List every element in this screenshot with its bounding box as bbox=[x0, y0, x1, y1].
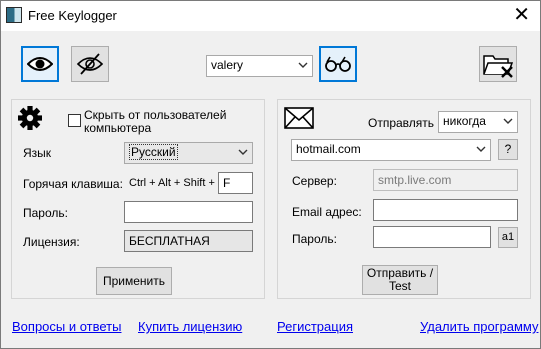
license-value: БЕСПЛАТНАЯ bbox=[124, 230, 253, 252]
password-label: Пароль: bbox=[23, 206, 68, 220]
view-button[interactable] bbox=[319, 46, 357, 82]
hotkey-modifiers: Ctrl + Alt + Shift + bbox=[129, 177, 215, 189]
chevron-down-icon bbox=[238, 149, 248, 155]
window-title: Free Keylogger bbox=[28, 8, 117, 23]
folder-delete-icon bbox=[483, 55, 514, 78]
email-password-label: Пароль: bbox=[292, 232, 337, 246]
hide-from-users-label: Скрыть от пользователей компьютера bbox=[84, 108, 227, 135]
chevron-down-icon bbox=[298, 62, 308, 68]
eye-slash-icon bbox=[76, 53, 104, 75]
envelope-icon bbox=[284, 107, 314, 129]
hide-from-users-checkbox[interactable] bbox=[68, 114, 81, 127]
uninstall-link[interactable]: Удалить программу bbox=[420, 319, 538, 334]
password-input[interactable] bbox=[124, 201, 253, 223]
send-frequency-label: Отправлять bbox=[368, 116, 435, 130]
send-test-button[interactable]: Отправить / Test bbox=[362, 265, 438, 295]
register-link[interactable]: Регистрация bbox=[277, 319, 353, 334]
email-input[interactable] bbox=[373, 199, 518, 221]
send-frequency-value: никогда bbox=[443, 114, 486, 128]
title-bar: Free Keylogger ✕ bbox=[1, 1, 540, 31]
user-select-value: valery bbox=[211, 58, 244, 72]
glasses-icon bbox=[325, 56, 351, 72]
app-icon bbox=[6, 7, 22, 23]
show-password-button[interactable]: a1 bbox=[498, 227, 518, 248]
faq-link[interactable]: Вопросы и ответы bbox=[12, 319, 121, 334]
show-logs-button[interactable] bbox=[21, 46, 59, 82]
buy-license-link[interactable]: Купить лицензию bbox=[138, 319, 242, 334]
gear-icon bbox=[18, 106, 42, 130]
mail-provider-value: hotmail.com bbox=[296, 142, 361, 156]
email-label: Email адрес: bbox=[292, 205, 362, 219]
chevron-down-icon bbox=[503, 118, 513, 124]
user-select[interactable]: valery bbox=[206, 55, 313, 77]
server-label: Сервер: bbox=[292, 174, 337, 188]
language-label: Язык bbox=[23, 146, 52, 160]
app-window: Free Keylogger ✕ valery Скрыть от пользо… bbox=[0, 0, 541, 349]
language-select-value: Русский bbox=[129, 144, 178, 160]
hotkey-key-input[interactable]: F bbox=[218, 172, 253, 194]
mail-provider-select[interactable]: hotmail.com bbox=[291, 139, 491, 161]
send-frequency-select[interactable]: никогда bbox=[438, 111, 518, 133]
server-input: smtp.live.com bbox=[373, 169, 518, 191]
eye-icon bbox=[27, 57, 53, 71]
clear-logs-button[interactable] bbox=[479, 46, 517, 82]
chevron-down-icon bbox=[476, 146, 486, 152]
license-label: Лицензия: bbox=[23, 235, 80, 249]
help-button[interactable]: ? bbox=[498, 139, 518, 160]
hotkey-label: Горячая клавиша: bbox=[23, 177, 123, 191]
email-password-input[interactable] bbox=[373, 226, 491, 248]
close-icon[interactable]: ✕ bbox=[513, 3, 530, 27]
apply-button[interactable]: Применить bbox=[96, 267, 172, 295]
hide-button[interactable] bbox=[71, 46, 109, 82]
language-select[interactable]: Русский bbox=[124, 142, 253, 164]
